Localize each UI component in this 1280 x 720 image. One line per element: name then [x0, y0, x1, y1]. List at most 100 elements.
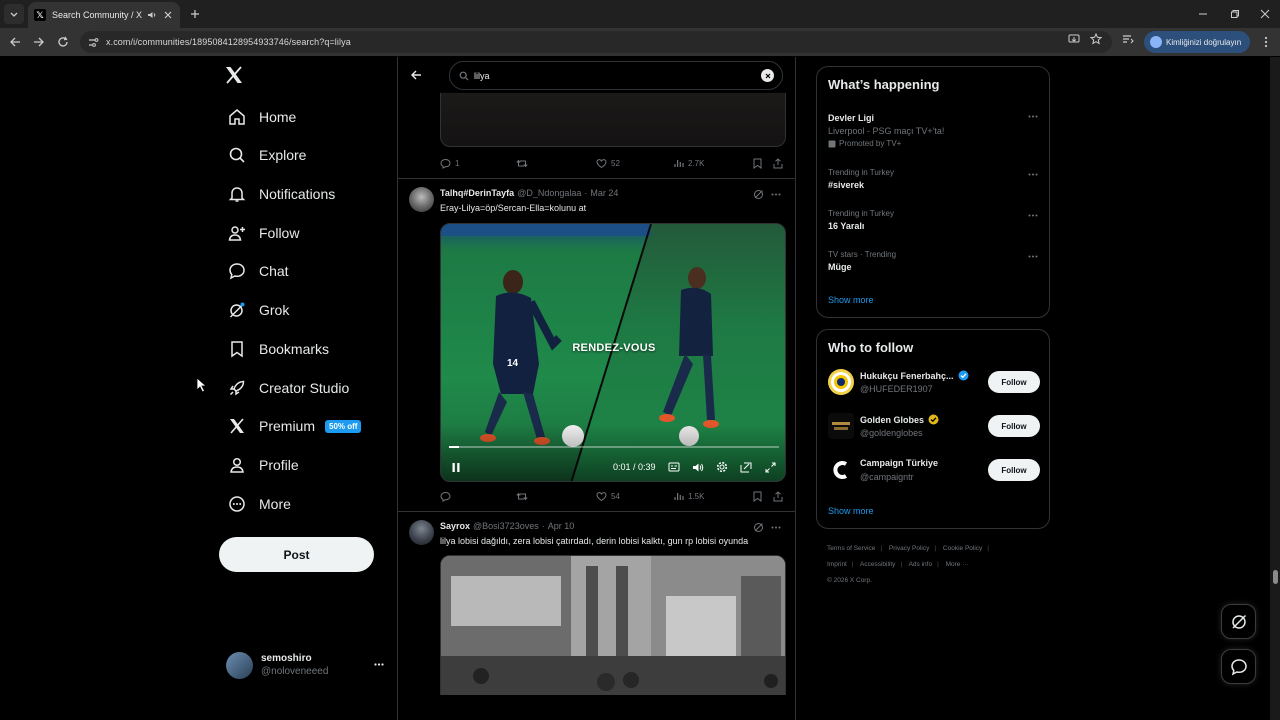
back-arrow-icon[interactable] [6, 33, 24, 51]
more-dots-icon[interactable] [1026, 168, 1040, 180]
tweet-date[interactable]: Mar 24 [590, 188, 618, 198]
browser-tab[interactable]: 𝕏 Search Community / X [28, 2, 180, 28]
share-button[interactable] [773, 490, 787, 502]
show-more-link[interactable]: Show more [828, 295, 874, 305]
trend-item[interactable]: Trending in Turkey #siverek [828, 168, 1040, 190]
reading-list-icon[interactable] [1120, 31, 1136, 47]
tab-search-button[interactable] [4, 4, 24, 24]
new-tab-button[interactable] [186, 5, 204, 23]
follow-button[interactable]: Follow [988, 371, 1040, 393]
sidebar-item-grok[interactable]: Grok [222, 294, 295, 326]
install-app-icon[interactable] [1066, 31, 1082, 47]
bookmark-button[interactable] [753, 491, 766, 502]
x-logo-icon[interactable] [224, 65, 248, 89]
sidebar-item-chat[interactable]: Chat [222, 255, 295, 287]
fullscreen-icon[interactable] [763, 460, 777, 474]
footer-link[interactable]: Accessibility [860, 561, 895, 568]
show-more-link[interactable]: Show more [828, 506, 874, 516]
forward-arrow-icon[interactable] [30, 33, 48, 51]
follow-button[interactable]: Follow [988, 459, 1040, 481]
trend-item[interactable]: Devler Ligi Liverpool - PSG maçı TV+'ta!… [828, 110, 1040, 148]
tweet-media[interactable] [440, 92, 786, 147]
video-player[interactable]: 14 RENDEZ-VOUS 0:01 / 0:39 [440, 223, 786, 482]
more-dots-icon[interactable] [769, 520, 783, 534]
more-dots-icon[interactable] [1026, 250, 1040, 262]
suggestion-name-text: Golden Globes [860, 414, 925, 425]
bookmark-button[interactable] [753, 158, 766, 169]
post-button[interactable]: Post [219, 537, 374, 572]
avatar[interactable] [409, 187, 434, 212]
tweet-date[interactable]: Apr 10 [548, 521, 575, 531]
volume-icon[interactable] [691, 460, 705, 474]
clear-search-icon[interactable] [761, 69, 774, 82]
views-button[interactable]: 2.7K [674, 158, 704, 168]
captions-icon[interactable] [667, 460, 681, 474]
more-dots-icon[interactable] [1026, 110, 1040, 122]
more-dots-icon[interactable] [769, 187, 783, 201]
share-button[interactable] [773, 157, 787, 169]
trend-item[interactable]: Trending in Turkey 16 Yaralı [828, 209, 1040, 231]
address-bar[interactable]: x.com/i/communities/1895084128954933746/… [80, 31, 1112, 53]
follow-suggestion[interactable]: Hukukçu Fenerbahç... @HUFEDER1907 Follow [828, 368, 1040, 400]
settings-gear-icon[interactable] [715, 460, 729, 474]
avatar[interactable] [409, 520, 434, 545]
sidebar-item-creator-studio[interactable]: Creator Studio [222, 372, 355, 404]
restore-button[interactable] [1218, 0, 1252, 28]
reply-button[interactable] [440, 491, 455, 502]
footer-link[interactable]: Imprint [827, 561, 847, 568]
more-dots-icon[interactable] [372, 657, 386, 671]
views-button[interactable]: 1.5K [674, 491, 704, 501]
page-scrollbar[interactable] [1270, 57, 1280, 720]
sidebar-item-follow[interactable]: Follow [222, 217, 305, 249]
speaker-icon[interactable] [146, 9, 158, 21]
grok-icon[interactable] [751, 520, 765, 534]
sidebar-item-notifications[interactable]: Notifications [222, 178, 341, 210]
trend-item[interactable]: TV stars · Trending Müge [828, 250, 1040, 272]
video-progress-bar[interactable] [449, 446, 779, 448]
tweet-author-name[interactable]: Sayrox [440, 521, 470, 531]
follow-suggestion[interactable]: Campaign Türkiye @campaigntr Follow [828, 456, 1040, 488]
tweet-author-handle[interactable]: @Bosi3723oves [473, 521, 539, 531]
grok-icon[interactable] [751, 187, 765, 201]
like-button[interactable]: 54 [596, 491, 620, 502]
footer-link[interactable]: Terms of Service [827, 545, 875, 552]
footer-link[interactable]: More ··· [946, 561, 969, 568]
site-settings-icon[interactable] [86, 35, 100, 49]
footer-link[interactable]: Cookie Policy [943, 545, 982, 552]
sidebar-item-bookmarks[interactable]: Bookmarks [222, 333, 335, 365]
more-dots-icon[interactable] [1026, 209, 1040, 221]
footer-link[interactable]: Ads info [909, 561, 933, 568]
repost-button[interactable] [516, 158, 532, 169]
close-window-button[interactable] [1248, 0, 1280, 28]
more-circle-icon [228, 495, 246, 513]
scroll-thumb[interactable] [1273, 570, 1278, 584]
account-switcher[interactable]: semoshiro @noloveneeed [226, 647, 386, 683]
picture-in-picture-icon[interactable] [739, 460, 753, 474]
reply-button[interactable]: 1 [440, 158, 459, 169]
like-button[interactable]: 52 [596, 158, 620, 169]
repost-button[interactable] [516, 491, 532, 502]
chat-floating-button[interactable] [1221, 649, 1256, 684]
footer-link[interactable]: Privacy Policy [889, 545, 929, 552]
browser-menu-icon[interactable] [1258, 34, 1274, 50]
sidebar-item-explore[interactable]: Explore [222, 139, 312, 171]
sidebar-item-home[interactable]: Home [222, 101, 302, 133]
tweet-photo[interactable] [440, 555, 786, 695]
follow-button[interactable]: Follow [988, 415, 1040, 437]
close-tab-icon[interactable] [162, 9, 174, 21]
search-box [449, 61, 783, 90]
back-arrow-icon[interactable] [408, 67, 424, 83]
profile-verify-button[interactable]: Kimliğinizi doğrulayın [1144, 31, 1250, 53]
pause-icon[interactable] [449, 460, 463, 474]
follow-suggestion[interactable]: Golden Globes @goldenglobes Follow [828, 412, 1040, 444]
reload-icon[interactable] [54, 33, 72, 51]
sidebar-item-more[interactable]: More [222, 488, 297, 520]
grok-floating-button[interactable] [1221, 604, 1256, 639]
search-input[interactable] [474, 70, 761, 81]
tweet-author-handle[interactable]: @D_Ndongalaa [517, 188, 581, 198]
sidebar-item-profile[interactable]: Profile [222, 449, 305, 481]
sidebar-item-premium[interactable]: Premium 50% off [222, 410, 367, 442]
tweet-author-name[interactable]: Talhq#DerinTayfa [440, 188, 514, 198]
bookmark-star-icon[interactable] [1088, 31, 1104, 47]
minimize-button[interactable] [1186, 0, 1220, 28]
